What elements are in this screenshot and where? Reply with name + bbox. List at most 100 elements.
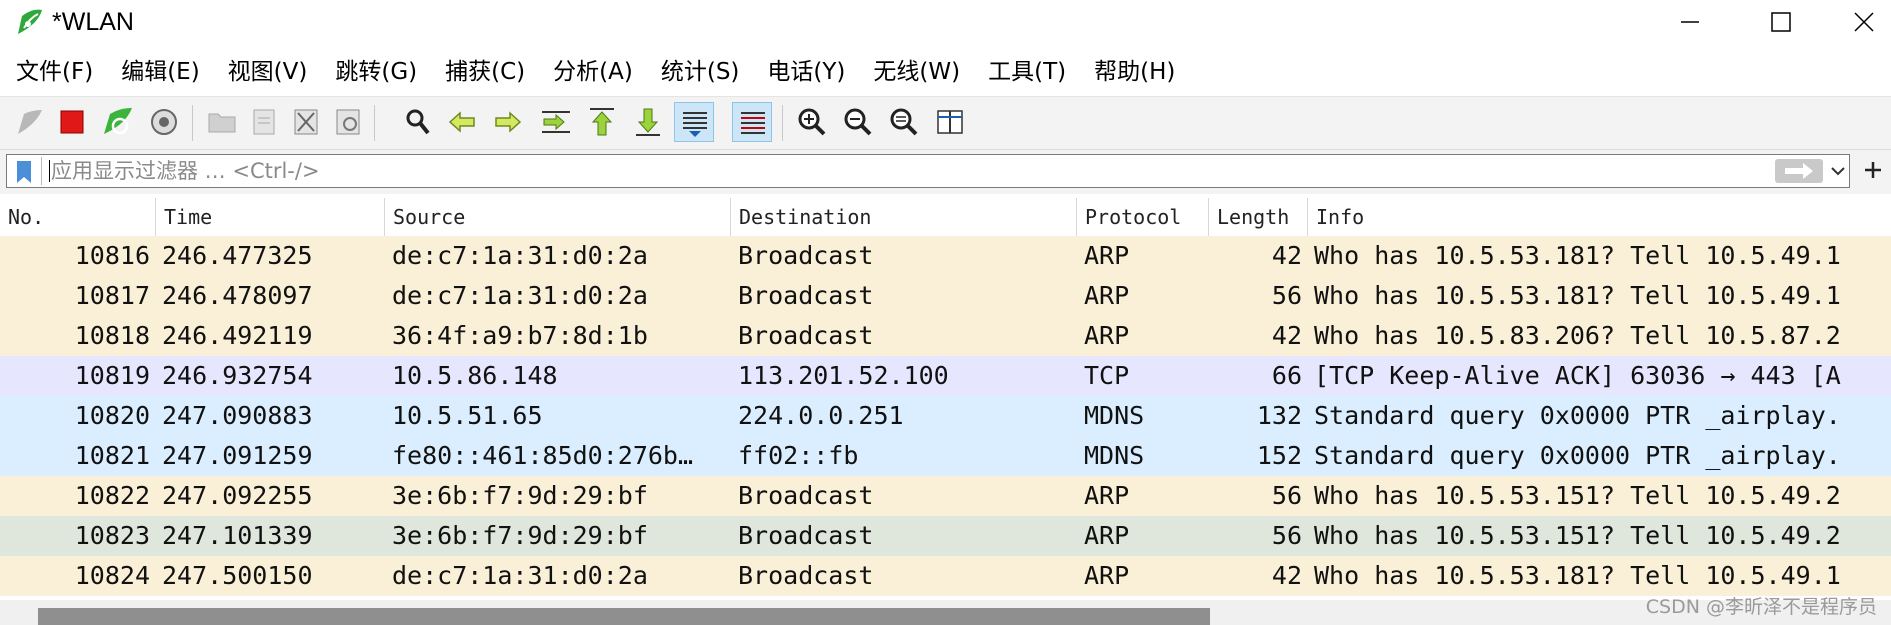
reload-file-button[interactable] xyxy=(328,102,368,142)
wireshark-app-icon xyxy=(18,9,42,34)
menu-wireless[interactable]: 无线(W) xyxy=(863,52,970,92)
column-header-time[interactable]: Time xyxy=(156,198,385,236)
cell-no: 10816 xyxy=(74,241,150,270)
restart-capture-button[interactable] xyxy=(98,102,138,142)
cell-info: Who has 10.5.53.181? Tell 10.5.49.1 xyxy=(1314,561,1841,590)
restart-capture-icon xyxy=(104,108,132,135)
packet-row[interactable]: 10823 247.101339 3e:6b:f7:9d:29:bf Broadcas… xyxy=(0,516,1891,556)
menu-capture[interactable]: 捕获(C) xyxy=(435,52,535,92)
close-button[interactable] xyxy=(1825,0,1891,44)
stop-capture-icon xyxy=(60,110,84,134)
apply-filter-button[interactable] xyxy=(1775,159,1823,183)
menu-statistics[interactable]: 统计(S) xyxy=(651,52,750,92)
packet-list[interactable]: No. Time Source Destination Protocol Len… xyxy=(0,198,1891,598)
cell-length: 66 xyxy=(1271,361,1302,390)
cell-protocol: ARP xyxy=(1084,241,1130,270)
column-header-destination[interactable]: Destination xyxy=(731,198,1077,236)
display-filter-input[interactable]: 应用显示过滤器 … <Ctrl-/> xyxy=(6,154,1850,188)
maximize-button[interactable] xyxy=(1735,0,1825,44)
normal-size-button[interactable] xyxy=(884,102,924,142)
packet-row[interactable]: 10820 247.090883 10.5.51.65 224.0.0.251 MDNS… xyxy=(0,396,1891,436)
go-to-packet-button[interactable] xyxy=(536,102,576,142)
text-cursor xyxy=(49,160,50,182)
cell-protocol: ARP xyxy=(1084,481,1130,510)
column-header-source[interactable]: Source xyxy=(385,198,731,236)
capture-options-button[interactable] xyxy=(144,102,184,142)
zoom-in-icon xyxy=(798,108,826,136)
go-to-packet-icon xyxy=(542,111,570,133)
menu-help[interactable]: 帮助(H) xyxy=(1084,52,1185,92)
resize-columns-button[interactable] xyxy=(930,102,970,142)
cell-source: 36:4f:a9:b7:8d:1b xyxy=(392,321,648,350)
cell-source: 10.5.51.65 xyxy=(392,401,543,430)
start-capture-button[interactable] xyxy=(10,102,50,142)
cell-destination: Broadcast xyxy=(738,281,874,310)
go-forward-icon xyxy=(495,111,522,133)
column-header-info[interactable]: Info xyxy=(1308,198,1891,236)
autoscroll-button[interactable] xyxy=(674,102,714,142)
scrollbar-thumb[interactable] xyxy=(38,608,1210,625)
cell-info: Standard query 0x0000 PTR _airplay. xyxy=(1314,441,1841,470)
menu-tools[interactable]: 工具(T) xyxy=(978,52,1076,92)
packet-row[interactable]: 10822 247.092255 3e:6b:f7:9d:29:bf Broadcas… xyxy=(0,476,1891,516)
colorize-button[interactable] xyxy=(732,102,772,142)
menu-view[interactable]: 视图(V) xyxy=(218,52,318,92)
packet-row[interactable]: 10816 246.477325 de:c7:1a:31:d0:2a Broadcas… xyxy=(0,236,1891,276)
close-file-button[interactable] xyxy=(286,102,326,142)
horizontal-scrollbar[interactable] xyxy=(0,600,1891,625)
add-filter-button[interactable] xyxy=(1862,152,1884,190)
column-header-no[interactable]: No. xyxy=(0,198,156,236)
cell-destination: Broadcast xyxy=(738,481,874,510)
go-back-button[interactable] xyxy=(442,102,482,142)
packet-list-header: No. Time Source Destination Protocol Len… xyxy=(0,198,1891,236)
cell-info: Who has 10.5.53.151? Tell 10.5.49.2 xyxy=(1314,521,1841,550)
reload-file-icon xyxy=(336,109,360,135)
go-forward-button[interactable] xyxy=(488,102,528,142)
menu-go[interactable]: 跳转(G) xyxy=(325,52,427,92)
cell-no: 10819 xyxy=(74,361,150,390)
cell-time: 247.091259 xyxy=(162,441,313,470)
menu-file[interactable]: 文件(F) xyxy=(6,52,103,92)
bookmark-icon[interactable] xyxy=(15,160,33,184)
cell-protocol: ARP xyxy=(1084,321,1130,350)
cell-no: 10822 xyxy=(74,481,150,510)
menu-edit[interactable]: 编辑(E) xyxy=(111,52,209,92)
last-packet-button[interactable] xyxy=(628,102,668,142)
zoom-in-button[interactable] xyxy=(792,102,832,142)
arrow-right-icon xyxy=(1785,163,1813,179)
find-packet-button[interactable] xyxy=(398,102,438,142)
menu-analyze[interactable]: 分析(A) xyxy=(543,52,643,92)
autoscroll-icon xyxy=(683,112,707,137)
cell-source: 3e:6b:f7:9d:29:bf xyxy=(392,521,648,550)
column-header-protocol[interactable]: Protocol xyxy=(1077,198,1209,236)
cell-protocol: TCP xyxy=(1084,361,1130,390)
cell-time: 246.477325 xyxy=(162,241,313,270)
cell-destination: 113.201.52.100 xyxy=(738,361,949,390)
first-packet-button[interactable] xyxy=(582,102,622,142)
cell-length: 42 xyxy=(1271,321,1302,350)
zoom-out-icon xyxy=(844,108,872,136)
cell-no: 10817 xyxy=(74,281,150,310)
packet-row[interactable]: 10819 246.932754 10.5.86.148 113.201.52.100… xyxy=(0,356,1891,396)
maximize-icon xyxy=(1771,12,1791,32)
open-file-button[interactable] xyxy=(202,102,242,142)
zoom-out-button[interactable] xyxy=(838,102,878,142)
cell-destination: Broadcast xyxy=(738,241,874,270)
save-file-button[interactable] xyxy=(244,102,284,142)
cell-length: 42 xyxy=(1271,241,1302,270)
packet-row[interactable]: 10824 247.500150 de:c7:1a:31:d0:2a Broadcas… xyxy=(0,556,1891,596)
packet-row[interactable]: 10818 246.492119 36:4f:a9:b7:8d:1b Broadcas… xyxy=(0,316,1891,356)
cell-info: Standard query 0x0000 PTR _airplay. xyxy=(1314,401,1841,430)
watermark: CSDN @李昕泽不是程序员 xyxy=(1645,596,1877,618)
column-header-length[interactable]: Length xyxy=(1209,198,1308,236)
chevron-down-icon[interactable] xyxy=(1829,160,1847,182)
cell-time: 246.492119 xyxy=(162,321,313,350)
stop-capture-button[interactable] xyxy=(52,102,92,142)
main-toolbar xyxy=(0,96,1891,150)
minimize-button[interactable] xyxy=(1645,0,1735,44)
packet-row[interactable]: 10821 247.091259 fe80::461:85d0:276b… ff02:… xyxy=(0,436,1891,476)
menu-telephony[interactable]: 电话(Y) xyxy=(757,52,855,92)
window-title: *WLAN xyxy=(52,8,134,36)
filter-divider xyxy=(41,157,42,185)
packet-row[interactable]: 10817 246.478097 de:c7:1a:31:d0:2a Broadcas… xyxy=(0,276,1891,316)
